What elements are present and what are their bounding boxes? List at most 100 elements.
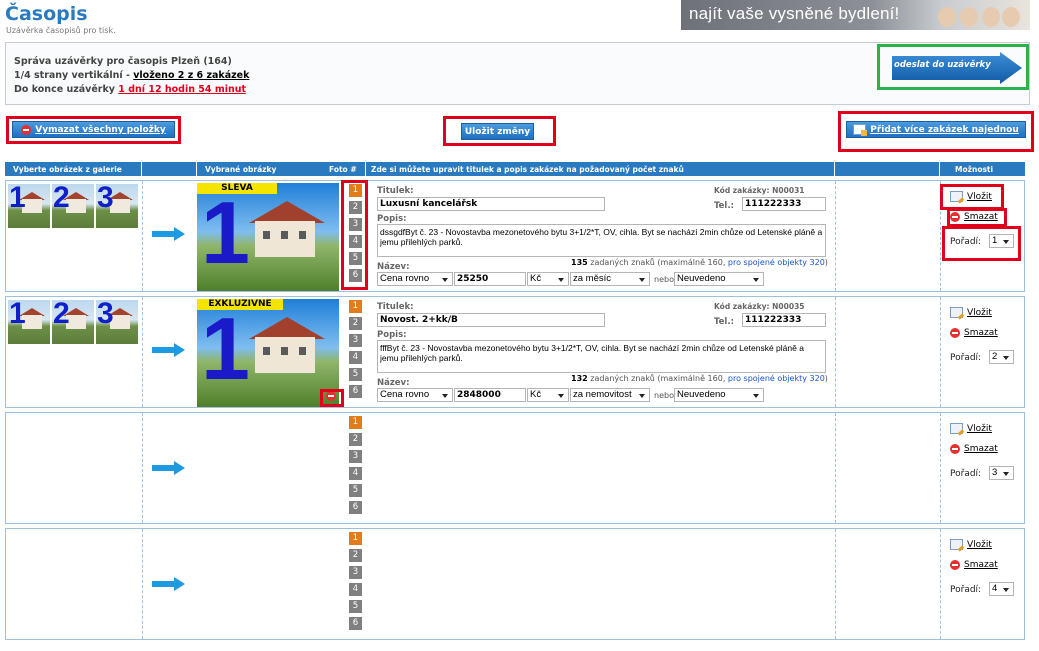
delete-link[interactable]: Smazat [950, 328, 998, 338]
char-counter: 132 zadaných znaků (maximálně 160, pro s… [571, 374, 828, 383]
selected-photo[interactable]: 1 SLEVA [197, 183, 339, 291]
nebo-text: nebo [654, 275, 674, 284]
inserted-orders-link[interactable]: vloženo 2 z 6 zakázek [133, 70, 249, 81]
phone-input[interactable]: 111222333 [742, 313, 826, 327]
popis-label: Popis: [377, 214, 407, 224]
price-input[interactable]: 25250 [454, 272, 526, 286]
period-select[interactable]: za měsíc [570, 272, 650, 286]
foto-slot-1[interactable]: 1 [349, 416, 362, 429]
linked-objects-link[interactable]: pro spojené objekty 320 [728, 258, 825, 267]
gallery-thumbnail[interactable]: 1 [8, 300, 50, 344]
edit-icon [950, 423, 963, 434]
order-select[interactable]: 4 [989, 582, 1014, 596]
foto-slot-4[interactable]: 4 [349, 351, 362, 364]
edit-icon [950, 539, 963, 550]
foto-slot-4[interactable]: 4 [349, 583, 362, 596]
currency-select[interactable]: Kč [527, 272, 569, 286]
thumbnail-number: 1 [9, 300, 26, 330]
description-textarea[interactable]: dssgdfByt č. 23 - Novostavba mezonetovéh… [377, 224, 826, 257]
foto-slot-3[interactable]: 3 [349, 334, 362, 347]
foto-slot-6[interactable]: 6 [349, 501, 362, 514]
insert-label: Vložit [967, 539, 992, 550]
order-select[interactable]: 3 [989, 466, 1014, 480]
order-select[interactable]: 2 [989, 350, 1014, 364]
foto-slot-6[interactable]: 6 [349, 385, 362, 398]
currency-value: Kč [530, 273, 542, 284]
phone-input[interactable]: 111222333 [742, 197, 826, 211]
arrow-right-icon [152, 461, 185, 475]
linked-objects-link[interactable]: pro spojené objekty 320 [728, 374, 825, 383]
foto-slot-1[interactable]: 1 [349, 300, 362, 313]
photo-tag: EXKLUZIVNĚ [197, 299, 283, 310]
foto-slot-5[interactable]: 5 [349, 600, 362, 613]
order-value: 4 [992, 583, 998, 594]
gallery-thumbnail[interactable]: 2 [52, 184, 94, 228]
foto-slot-4[interactable]: 4 [349, 467, 362, 480]
page-title: Časopis [5, 3, 88, 25]
price-type-select[interactable]: Cena rovno [377, 388, 453, 402]
delete-link[interactable]: Smazat [950, 444, 998, 454]
title-input[interactable]: Luxusní kancelářsk [377, 197, 605, 211]
selected-photo[interactable]: 1 EXKLUZIVNĚ [197, 299, 339, 407]
char-counter-text: zadaných znaků (maximálně 160, [590, 258, 728, 267]
price-type-select[interactable]: Cena rovno [377, 272, 453, 286]
thumbnail-number: 1 [9, 184, 26, 214]
chevron-down-icon [1003, 472, 1009, 476]
photo-tag: SLEVA [197, 183, 277, 194]
gallery-thumbnail[interactable]: 3 [96, 184, 138, 228]
title-input[interactable]: Novost. 2+kk/B [377, 313, 605, 327]
description-textarea[interactable]: fffByt č. 23 - Novostavba mezonetového b… [377, 340, 826, 373]
foto-slot-2[interactable]: 2 [349, 433, 362, 446]
price-input[interactable]: 2848000 [454, 388, 526, 402]
order-label: Pořadí: [950, 353, 982, 363]
delete-icon [950, 560, 960, 570]
delete-label: Smazat [964, 560, 998, 570]
chevron-down-icon [1003, 356, 1009, 360]
header-foto: Foto # [329, 165, 357, 174]
delete-label: Smazat [964, 444, 998, 454]
clear-all-button[interactable]: Vymazat všechny položky [12, 121, 175, 138]
promo-banner[interactable]: najít vaše vysněné bydlení! [681, 0, 1030, 30]
gallery-thumbnail[interactable]: 1 [8, 184, 50, 228]
header-gallery: Vyberte obrázek z galerie [13, 165, 122, 174]
header-options: Možnosti [955, 165, 994, 174]
foto-slot-5[interactable]: 5 [349, 484, 362, 497]
foto-slot-2[interactable]: 2 [349, 549, 362, 562]
insert-label: Vložit [967, 423, 992, 434]
insert-link[interactable]: Vložit [950, 539, 992, 550]
table-header: Vyberte obrázek z galerie Vybrané obrázk… [5, 162, 1025, 176]
delete-icon [950, 328, 960, 338]
foto-slot-3[interactable]: 3 [349, 566, 362, 579]
char-counter-end: ) [824, 258, 828, 267]
send-to-deadline-button[interactable]: odeslat do uzávěrky [894, 60, 991, 70]
header-selected: Vybrané obrázky [205, 165, 277, 174]
extra-select[interactable]: Neuvedeno [674, 388, 764, 402]
deadline-countdown-link[interactable]: 1 dní 12 hodin 54 minut [118, 84, 246, 95]
nazev-label: Název: [377, 262, 410, 272]
char-count: 132 [571, 374, 588, 383]
info-deadline: Do konce uzávěrky 1 dní 12 hodin 54 minu… [14, 84, 246, 95]
save-changes-button[interactable]: Uložit změny [461, 123, 534, 140]
currency-select[interactable]: Kč [527, 388, 569, 402]
foto-slot-6[interactable]: 6 [349, 617, 362, 630]
table-row: 1 2 3 4 5 6 Vložit Smazat Pořadí: 3 [5, 412, 1025, 524]
insert-link[interactable]: Vložit [950, 423, 992, 434]
gallery-thumbnail[interactable]: 2 [52, 300, 94, 344]
foto-slot-5[interactable]: 5 [349, 368, 362, 381]
gallery-thumbnail[interactable]: 3 [96, 300, 138, 344]
order-code: Kód zakázky: N00031 [714, 186, 805, 195]
header-edit: Zde si můžete upravit titulek a popis za… [371, 165, 684, 174]
foto-slot-3[interactable]: 3 [349, 450, 362, 463]
period-value: za nemovitost [573, 389, 632, 400]
extra-select[interactable]: Neuvedeno [674, 272, 764, 286]
period-select[interactable]: za nemovitost [570, 388, 650, 402]
delete-link[interactable]: Smazat [950, 560, 998, 570]
insert-link[interactable]: Vložit [950, 307, 992, 318]
arrow-right-icon [152, 577, 185, 591]
foto-slot-1[interactable]: 1 [349, 532, 362, 545]
foto-slot-2[interactable]: 2 [349, 317, 362, 330]
thumbnail-number: 3 [97, 184, 114, 214]
photo-number: 1 [201, 299, 250, 398]
price-type-value: Cena rovno [380, 273, 430, 284]
add-multiple-orders-button[interactable]: Přidat více zakázek najednou [846, 121, 1026, 138]
